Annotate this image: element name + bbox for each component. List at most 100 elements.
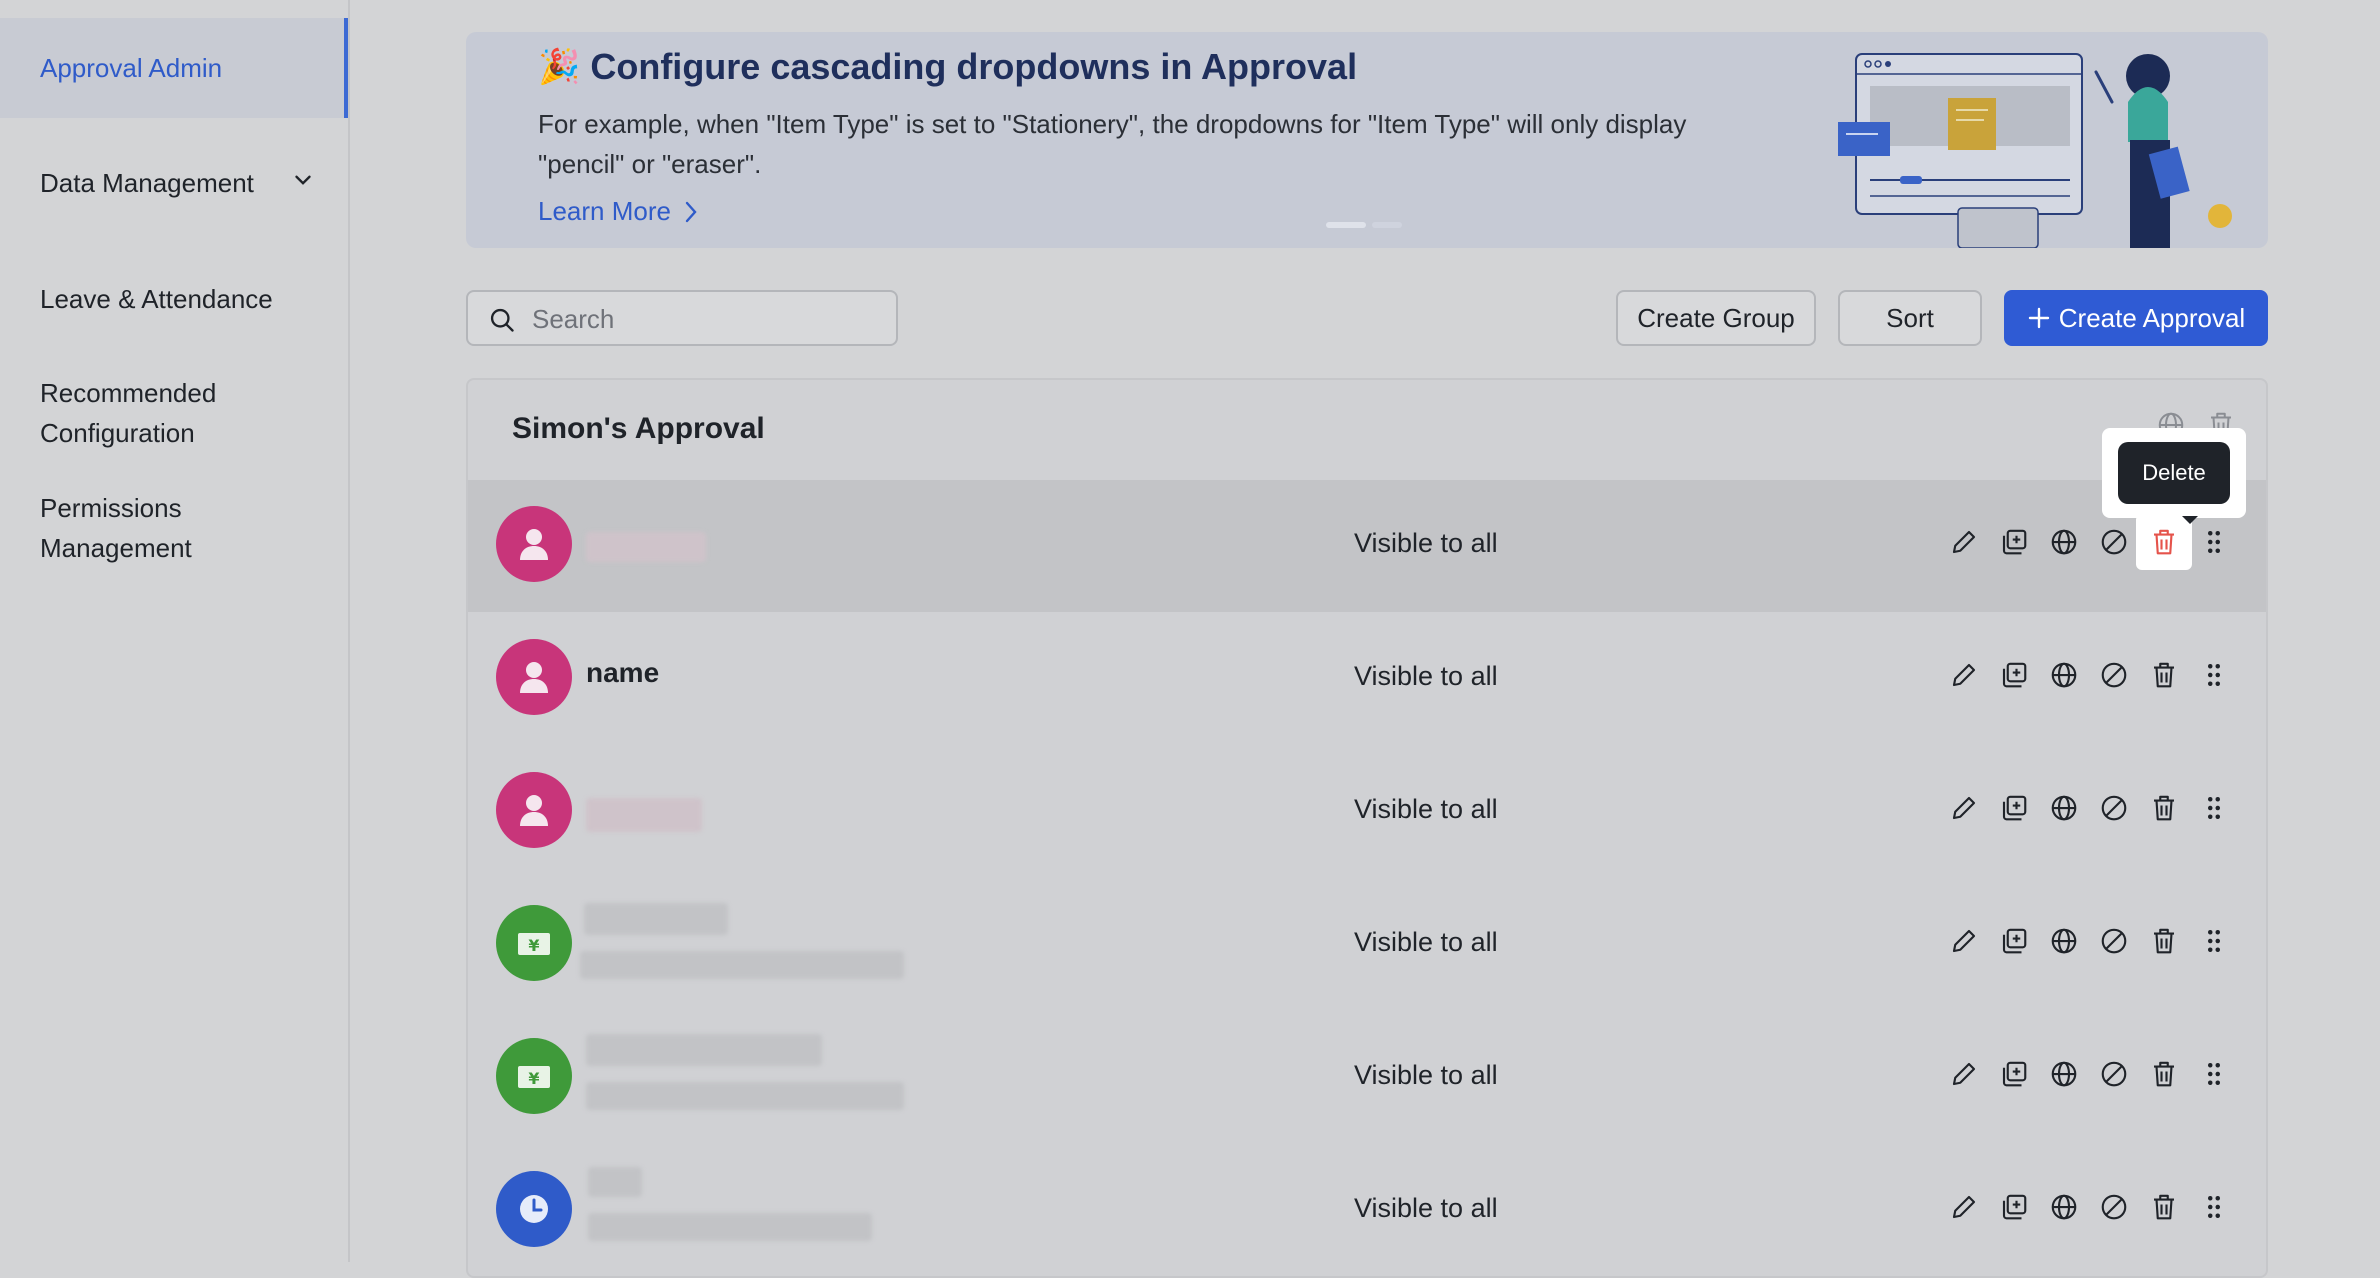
row-actions <box>1948 659 2230 691</box>
disable-icon[interactable] <box>2098 792 2130 824</box>
avatar <box>496 1171 572 1247</box>
banner-title-text: Configure cascading dropdowns in Approva… <box>590 46 1358 87</box>
tooltip-text: Delete <box>2142 460 2206 485</box>
drag-handle-icon[interactable] <box>2198 925 2230 957</box>
row-actions <box>1948 514 2230 570</box>
sidebar-item-label: Leave & Attendance <box>40 284 273 314</box>
disable-icon[interactable] <box>2098 526 2130 558</box>
globe-icon[interactable] <box>2048 526 2080 558</box>
edit-icon[interactable] <box>1948 792 1980 824</box>
table-row[interactable]: ¥ Visible to all <box>468 1012 2266 1144</box>
sidebar-item-permissions-management[interactable]: Permissions Management <box>0 488 250 568</box>
sidebar-item-label: Approval Admin <box>40 53 223 83</box>
duplicate-icon[interactable] <box>1998 792 2030 824</box>
create-group-button[interactable]: Create Group <box>1616 290 1816 346</box>
party-popper-icon: 🎉 <box>538 48 581 86</box>
create-group-label: Create Group <box>1637 302 1795 333</box>
yen-icon: ¥ <box>518 1066 550 1088</box>
row-actions <box>1948 1191 2230 1223</box>
create-approval-button[interactable]: Create Approval <box>2004 290 2268 346</box>
edit-icon[interactable] <box>1948 1058 1980 1090</box>
redacted-name <box>586 532 706 562</box>
svg-text:¥: ¥ <box>528 1069 539 1088</box>
approval-name: name <box>586 657 660 688</box>
redacted-description <box>580 951 904 979</box>
edit-icon[interactable] <box>1948 1191 1980 1223</box>
duplicate-icon[interactable] <box>1998 659 2030 691</box>
redacted-name <box>586 1034 822 1066</box>
delete-icon[interactable] <box>2148 1058 2180 1090</box>
drag-handle-icon[interactable] <box>2198 659 2230 691</box>
duplicate-icon[interactable] <box>1998 1058 2030 1090</box>
drag-handle-icon[interactable] <box>2198 1058 2230 1090</box>
drag-handle-icon[interactable] <box>2198 792 2230 824</box>
learn-more-label: Learn More <box>538 196 671 226</box>
drag-handle-icon[interactable] <box>2198 526 2230 558</box>
redacted-description <box>588 1213 872 1241</box>
table-row[interactable]: Visible to all <box>468 480 2266 612</box>
delete-icon[interactable] <box>2148 659 2180 691</box>
chevron-right-icon <box>685 201 697 222</box>
disable-icon[interactable] <box>2098 1058 2130 1090</box>
avatar <box>496 506 572 582</box>
sidebar-item-data-management[interactable]: Data Management <box>0 163 348 203</box>
sidebar-item-leave-attendance[interactable]: Leave & Attendance <box>0 279 348 319</box>
duplicate-icon[interactable] <box>1998 1191 2030 1223</box>
clock-icon <box>520 1195 548 1223</box>
redacted-name <box>584 903 728 935</box>
visibility-text: Visible to all <box>1354 1193 1498 1223</box>
visibility-text: Visible to all <box>1354 927 1498 957</box>
search-input-wrapper[interactable] <box>466 290 898 346</box>
table-row[interactable]: Visible to all <box>468 1145 2266 1277</box>
duplicate-icon[interactable] <box>1998 526 2030 558</box>
sidebar-item-label: Recommended Configuration <box>40 378 217 448</box>
table-row[interactable]: name Visible to all <box>468 613 2266 745</box>
visibility-text: Visible to all <box>1354 794 1498 824</box>
person-icon <box>520 795 548 826</box>
edit-icon[interactable] <box>1948 659 1980 691</box>
delete-icon[interactable] <box>2148 792 2180 824</box>
person-icon <box>520 662 548 693</box>
redacted-description <box>586 1082 904 1110</box>
row-actions <box>1948 925 2230 957</box>
duplicate-icon[interactable] <box>1998 925 2030 957</box>
banner-illustration <box>1838 53 2232 248</box>
disable-icon[interactable] <box>2098 659 2130 691</box>
visibility-text: Visible to all <box>1354 1060 1498 1090</box>
yen-icon: ¥ <box>518 933 550 955</box>
banner-description: For example, when "Item Type" is set to … <box>538 109 1687 179</box>
disable-icon[interactable] <box>2098 925 2130 957</box>
promo-banner: 🎉 Configure cascading dropdowns in Appro… <box>466 32 2268 248</box>
chevron-down-icon <box>295 175 311 185</box>
table-row[interactable]: ¥ Visible to all <box>468 879 2266 1011</box>
drag-handle-icon[interactable] <box>2198 1191 2230 1223</box>
edit-icon[interactable] <box>1948 925 1980 957</box>
disable-icon[interactable] <box>2098 1191 2130 1223</box>
group-title: Simon's Approval <box>512 412 765 445</box>
delete-icon[interactable] <box>2148 925 2180 957</box>
sort-label: Sort <box>1886 302 1934 333</box>
globe-icon[interactable] <box>2048 792 2080 824</box>
edit-icon[interactable] <box>1948 526 1980 558</box>
redacted-name <box>588 1167 642 1197</box>
sidebar-item-approval-admin[interactable]: Approval Admin <box>0 18 348 118</box>
sort-button[interactable]: Sort <box>1838 290 1982 346</box>
row-actions <box>1948 1058 2230 1090</box>
delete-icon[interactable] <box>2148 1191 2180 1223</box>
globe-icon[interactable] <box>2048 1058 2080 1090</box>
globe-icon[interactable] <box>2048 925 2080 957</box>
row-actions <box>1948 792 2230 824</box>
avatar <box>496 639 572 715</box>
svg-text:¥: ¥ <box>528 936 539 955</box>
learn-more-link[interactable]: Learn More <box>538 196 701 227</box>
sidebar-item-label: Data Management <box>40 168 254 198</box>
search-input[interactable] <box>530 298 884 340</box>
avatar <box>496 772 572 848</box>
redacted-name <box>586 798 702 832</box>
table-row[interactable]: Visible to all <box>468 746 2266 878</box>
globe-icon[interactable] <box>2048 659 2080 691</box>
sidebar-item-recommended-configuration[interactable]: Recommended Configuration <box>0 373 300 453</box>
avatar: ¥ <box>496 905 572 981</box>
visibility-text: Visible to all <box>1354 528 1498 558</box>
globe-icon[interactable] <box>2048 1191 2080 1223</box>
